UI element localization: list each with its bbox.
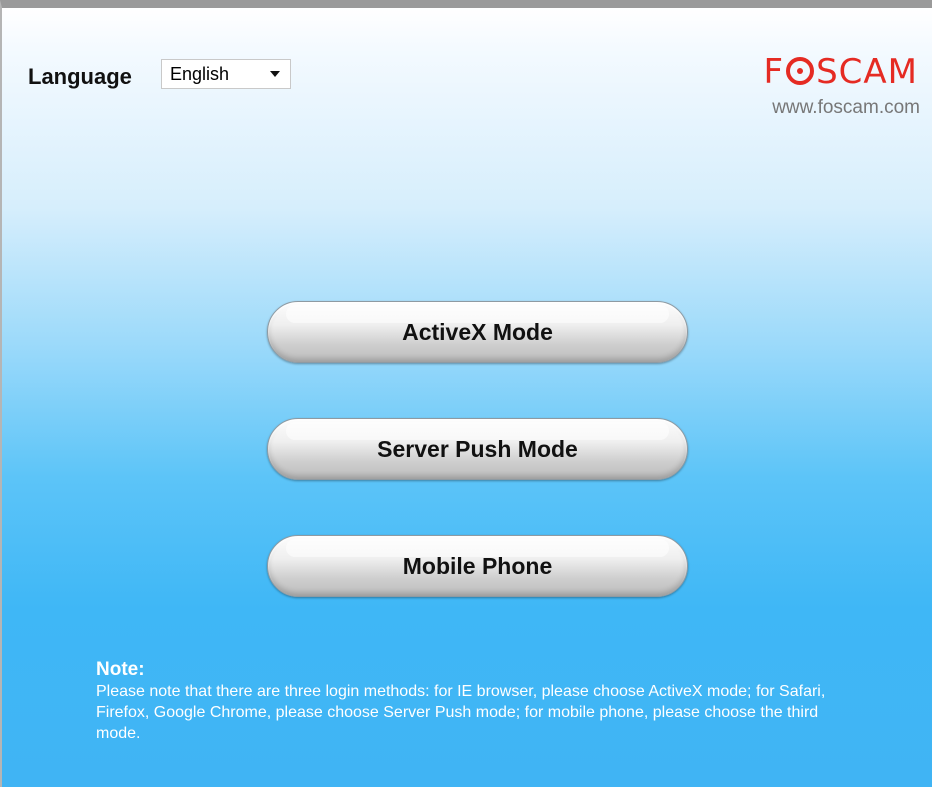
mobile-phone-button[interactable]: Mobile Phone [267,535,688,597]
login-page: Language English F SCAM www.foscam.com Ac… [0,0,932,787]
logo-text-right: SCAM [816,52,918,92]
note-text: Please note that there are three login m… [96,683,826,742]
logo-lens-icon [786,57,815,85]
language-selected-value: English [170,63,230,84]
language-select[interactable]: English [161,59,291,89]
server-push-mode-label: Server Push Mode [377,435,578,462]
activex-mode-button[interactable]: ActiveX Mode [267,301,688,363]
activex-mode-label: ActiveX Mode [402,318,553,345]
note-title: Note: [96,659,145,680]
logo-text-left: F [763,52,785,92]
mobile-phone-label: Mobile Phone [402,552,553,579]
dropdown-arrow-icon [270,71,280,77]
server-push-mode-button[interactable]: Server Push Mode [267,418,688,480]
brand-url: www.foscam.com [772,97,920,118]
language-label: Language [28,64,132,89]
foscam-logo: F SCAM [764,52,918,92]
